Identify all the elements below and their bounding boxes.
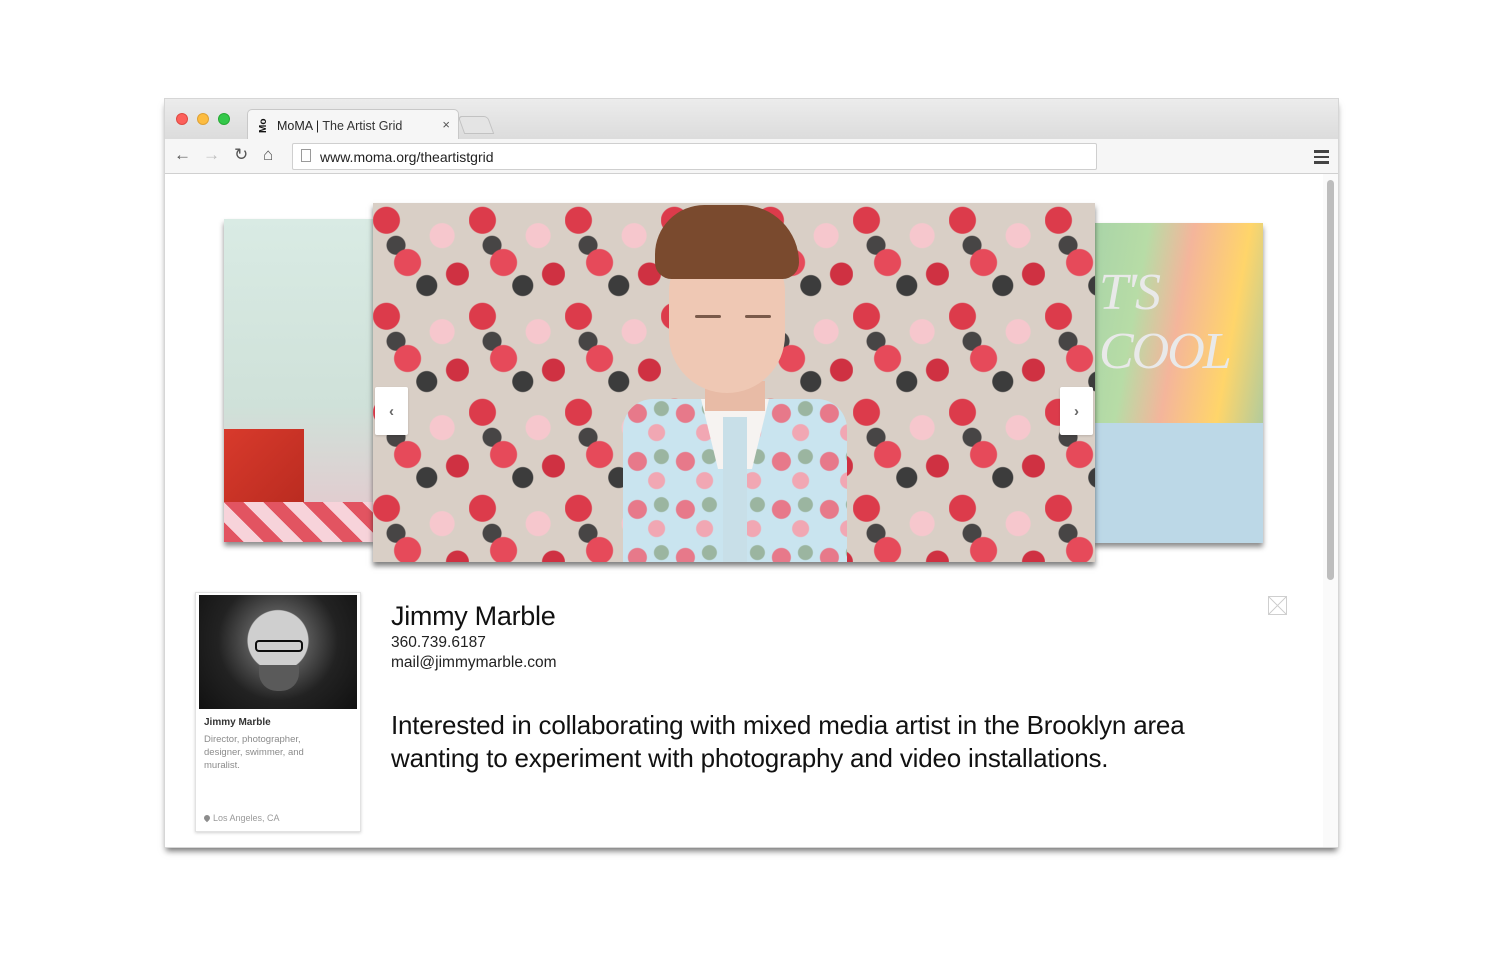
slide-right-text: T'S COOL	[1099, 264, 1232, 380]
tab-title: MoMA | The Artist Grid	[277, 119, 402, 133]
reload-icon[interactable]: ↻	[234, 145, 248, 165]
home-icon[interactable]: ⌂	[263, 145, 273, 165]
back-arrow-icon[interactable]: ←	[174, 145, 191, 165]
card-location-text: Los Angeles, CA	[213, 813, 280, 823]
portrait-hair	[655, 205, 799, 279]
forward-arrow-icon[interactable]: →	[203, 145, 220, 165]
tab-title-sub: The Artist Grid	[322, 119, 403, 133]
zoom-window-button[interactable]	[218, 113, 230, 125]
tab-moma-artist-grid[interactable]: Mo MoMA | The Artist Grid ×	[247, 109, 459, 141]
carousel-next-button[interactable]: ›	[1060, 387, 1093, 435]
chevron-right-icon: ›	[1074, 402, 1079, 420]
moma-logo-icon: Mo	[258, 118, 269, 133]
location-pin-icon	[202, 813, 212, 823]
main-slide-portrait	[623, 203, 847, 562]
portrait-tie	[723, 417, 747, 562]
avatar-glasses	[255, 640, 303, 652]
tab-title-main: MoMA	[277, 119, 313, 133]
slide-right-floor	[1093, 423, 1263, 543]
card-artist-name: Jimmy Marble	[204, 717, 271, 728]
card-artist-description: Director, photographer, designer, swimme…	[204, 734, 304, 771]
portrait-eye-left	[695, 315, 721, 318]
chevron-left-icon: ‹	[389, 402, 394, 420]
close-window-button[interactable]	[176, 113, 188, 125]
portrait-eye-right	[745, 315, 771, 318]
page-icon	[301, 149, 311, 162]
artist-name: Jimmy Marble	[391, 601, 556, 631]
carousel-slide-right[interactable]: T'S COOL	[1093, 223, 1263, 543]
page-scrollbar[interactable]	[1323, 174, 1338, 847]
scrollbar-thumb[interactable]	[1327, 180, 1334, 580]
carousel-slide-main[interactable]: ‹ ›	[373, 203, 1095, 562]
menu-icon[interactable]	[1314, 150, 1329, 167]
avatar	[199, 595, 357, 709]
carousel-prev-button[interactable]: ‹	[375, 387, 408, 435]
page-viewport: T'S COOL ‹ › Jimmy Marble Director, phot…	[165, 174, 1325, 847]
minimize-window-button[interactable]	[197, 113, 209, 125]
slide-left-checker-floor	[224, 502, 374, 542]
artist-phone[interactable]: 360.739.6187	[391, 634, 486, 652]
new-tab-button[interactable]	[457, 116, 495, 134]
carousel-slide-left[interactable]	[224, 219, 374, 542]
url-text[interactable]: www.moma.org/theartistgrid	[320, 149, 494, 165]
browser-window: Mo MoMA | The Artist Grid × ← → ↻ ⌂ www.…	[164, 98, 1339, 848]
close-detail-icon[interactable]	[1268, 596, 1287, 615]
avatar-beard	[259, 665, 299, 691]
artist-profile-card[interactable]: Jimmy Marble Director, photographer, des…	[195, 592, 361, 832]
artist-email[interactable]: mail@jimmymarble.com	[391, 654, 557, 672]
address-bar[interactable]: www.moma.org/theartistgrid	[292, 143, 1097, 170]
browser-toolbar: ← → ↻ ⌂ www.moma.org/theartistgrid	[165, 139, 1338, 174]
artist-bio: Interested in collaborating with mixed m…	[391, 710, 1185, 773]
tab-close-icon[interactable]: ×	[442, 117, 450, 132]
tab-title-separator: |	[315, 119, 320, 133]
card-location: Los Angeles, CA	[202, 813, 280, 823]
title-bar: Mo MoMA | The Artist Grid ×	[165, 99, 1338, 141]
